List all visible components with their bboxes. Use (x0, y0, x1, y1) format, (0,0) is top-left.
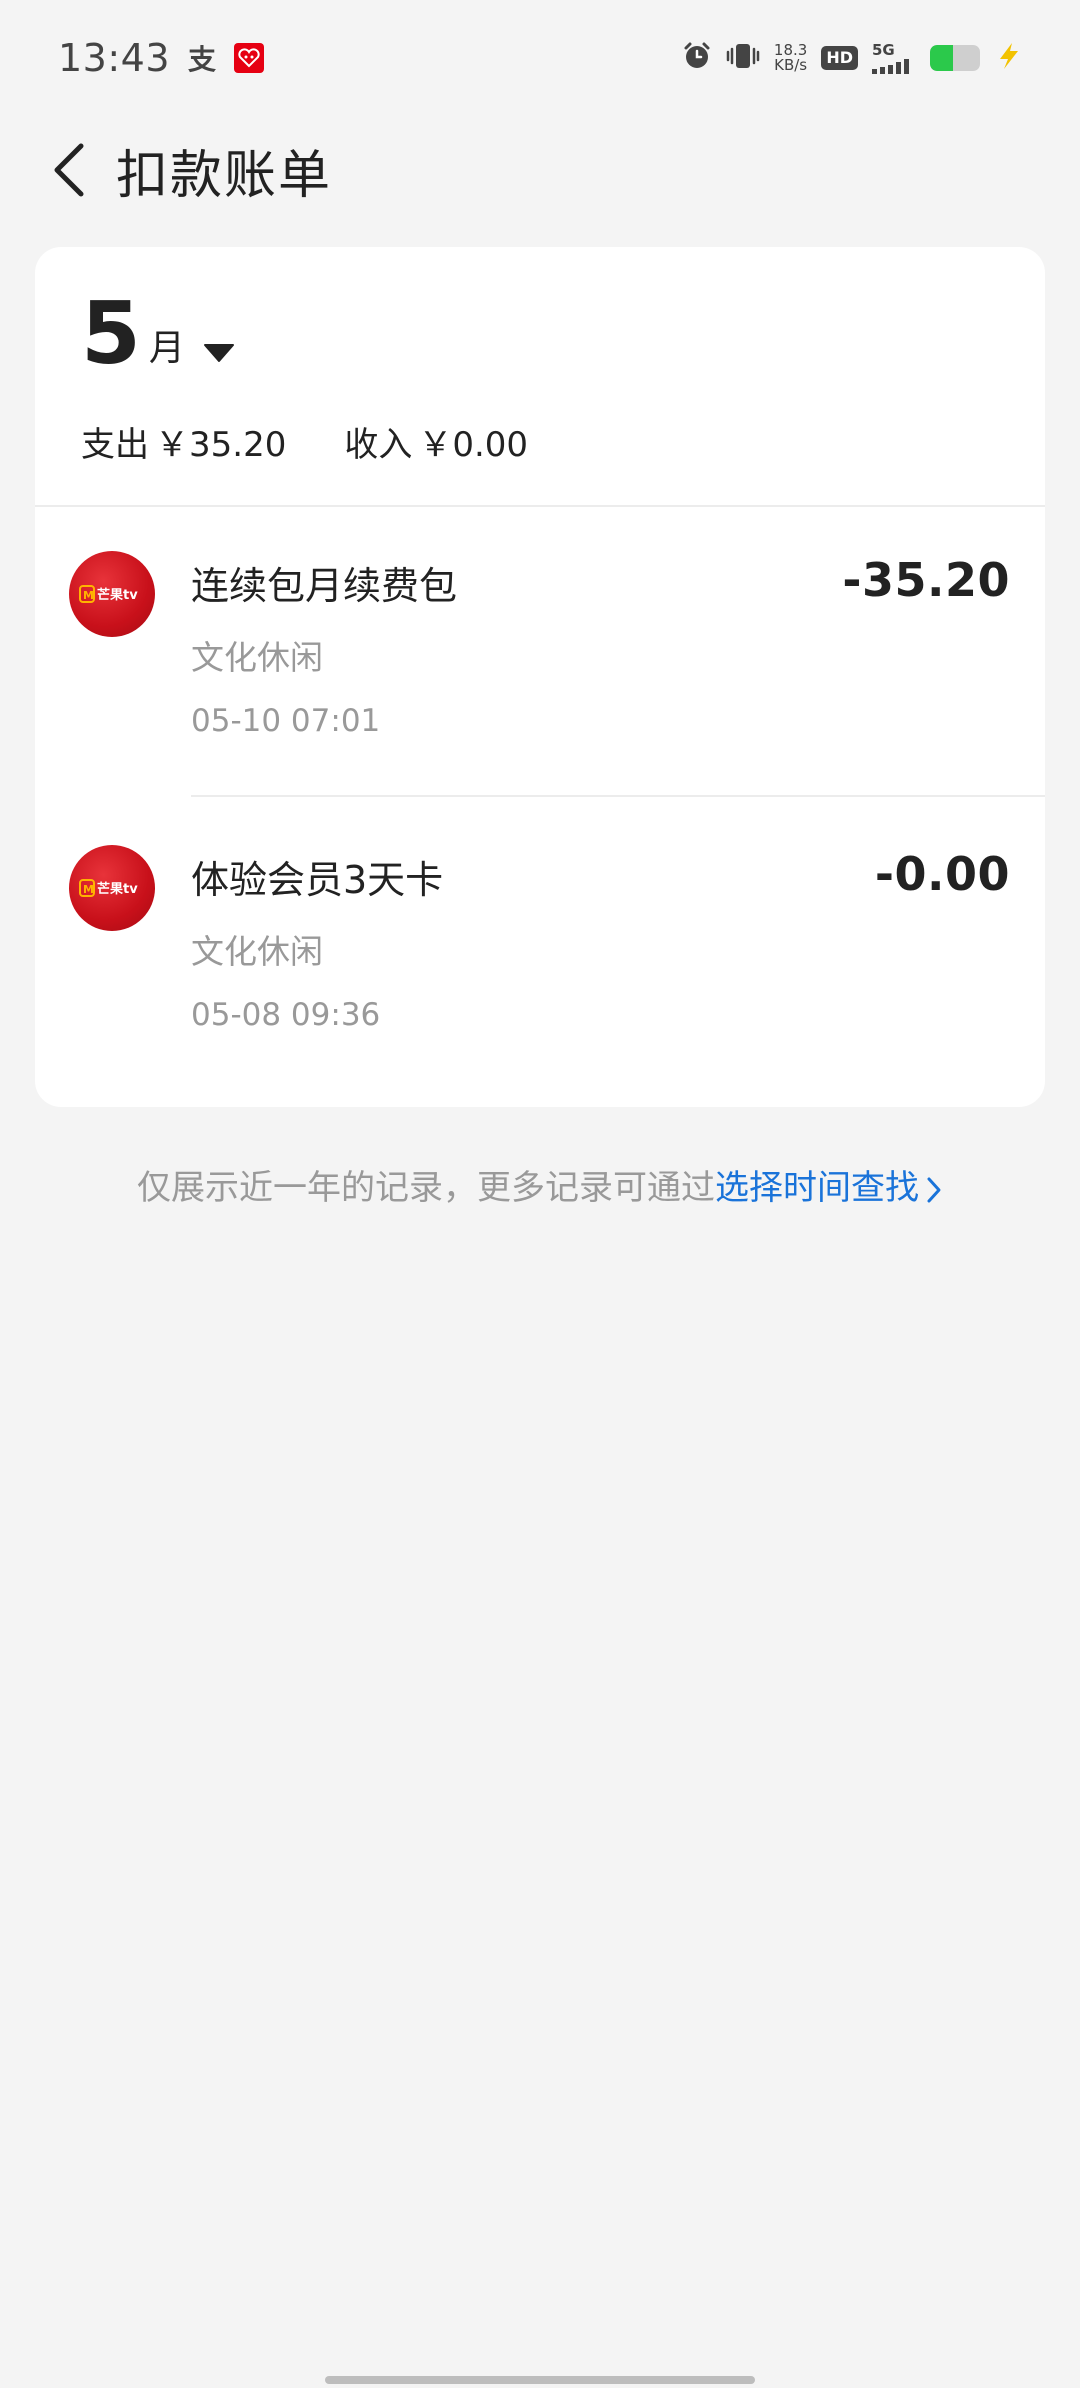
transaction-time: 05-10 07:01 (191, 703, 381, 739)
svg-text:M: M (83, 589, 94, 602)
logo-text: 芒果tv (97, 587, 138, 603)
month-unit: 月 (148, 328, 185, 369)
transaction-title: 连续包月续费包 (191, 564, 458, 608)
logo-text: 芒果tv (97, 881, 138, 897)
alarm-icon (682, 41, 712, 75)
status-bar: 13:43 支 18.3 KB/s HD 5G (0, 0, 1080, 116)
month-summary: 支出 ￥35.20 收入 ￥0.00 (81, 417, 528, 466)
page-title: 扣款账单 (116, 145, 333, 206)
income-summary: 收入 ￥0.00 (344, 417, 528, 466)
mango-tv-logo: M 芒果tv (69, 845, 155, 931)
caret-down-icon (203, 344, 234, 362)
chevron-right-icon (927, 1177, 941, 1202)
vibrate-icon (726, 41, 760, 75)
income-label: 收入 (344, 425, 413, 465)
transaction-item[interactable]: M 芒果tv 连续包月续费包 文化休闲 05-10 07:01 -35.20 (35, 507, 1045, 797)
transaction-category: 文化休闲 (191, 932, 323, 971)
month-number: 5 (81, 284, 141, 384)
expense-label: 支出 (81, 425, 149, 465)
footer-note: 仅展示近一年的记录，更多记录可通过选择时间查找 (0, 1160, 1080, 1209)
expense-value: ￥35.20 (155, 425, 287, 465)
hd-badge: HD (821, 46, 858, 70)
back-button[interactable] (34, 130, 104, 210)
bill-card: 5 月 支出 ￥35.20 收入 ￥0.00 M 芒果tv 连续包月续费包 文化… (35, 247, 1045, 1107)
transaction-amount: -35.20 (842, 553, 1010, 607)
app-notification-icon (234, 43, 265, 73)
home-indicator[interactable] (325, 2376, 755, 2384)
select-time-link[interactable]: 选择时间查找 (715, 1168, 943, 1208)
network-speed-unit: KB/s (774, 56, 808, 74)
svg-text:M: M (83, 883, 94, 896)
charging-bolt-icon (994, 41, 1024, 75)
mango-tv-logo: M 芒果tv (69, 551, 155, 637)
transaction-title: 体验会员3天卡 (191, 858, 444, 902)
income-value: ￥0.00 (418, 425, 529, 465)
signal-bars-icon (872, 59, 909, 74)
transaction-item[interactable]: M 芒果tv 体验会员3天卡 文化休闲 05-08 09:36 -0.00 (35, 801, 1045, 1091)
expense-summary: 支出 ￥35.20 (81, 417, 286, 466)
battery-icon (930, 45, 980, 71)
network-speed: 18.3 KB/s (774, 43, 807, 73)
select-time-link-label: 选择时间查找 (715, 1168, 919, 1208)
transaction-category: 文化休闲 (191, 638, 323, 677)
transaction-time: 05-08 09:36 (191, 997, 381, 1033)
signal-5g: 5G (872, 42, 916, 74)
transaction-amount: -0.00 (874, 847, 1010, 901)
network-type-label: 5G (872, 41, 895, 59)
alipay-notification-icon: 支 (188, 43, 217, 76)
transaction-divider (191, 795, 1045, 797)
chevron-left-icon (54, 143, 84, 197)
page-header: 扣款账单 (0, 120, 1080, 220)
status-bar-left: 13:43 支 (58, 36, 265, 80)
status-time: 13:43 (58, 36, 171, 80)
battery-fill (930, 45, 953, 71)
footer-note-text: 仅展示近一年的记录，更多记录可通过 (137, 1168, 715, 1208)
month-selector[interactable]: 5 月 (81, 291, 235, 377)
status-bar-right: 18.3 KB/s HD 5G (682, 41, 1024, 75)
